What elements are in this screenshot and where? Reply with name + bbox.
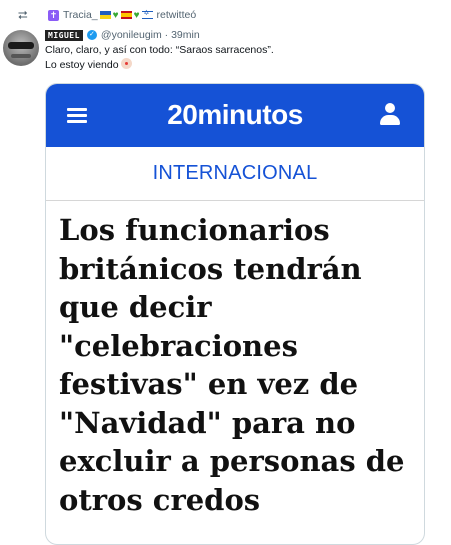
retweet-icon: ⮂ xyxy=(18,7,28,22)
divider xyxy=(46,200,424,201)
green-heart-icon: ♥ xyxy=(112,9,119,21)
tweet-text: Claro, claro, y así con todo: “Saraos sa… xyxy=(45,43,274,73)
tweet-text-line1: Claro, claro, y así con todo: “Saraos sa… xyxy=(45,44,274,56)
verified-icon: ✓ xyxy=(86,30,97,40)
israel-flag-icon xyxy=(141,9,153,19)
retweet-context: ⮂ ✝ Tracia_ ♥ ♥ retwitteó xyxy=(18,6,196,24)
retweeter-name-text[interactable]: Tracia_ xyxy=(63,9,98,21)
article-headline: Los funcionarios británicos tendrán que … xyxy=(59,213,405,517)
handle-timestamp[interactable]: @yonileugim · 39min xyxy=(101,29,200,41)
attached-image-card[interactable]: 20minutos INTERNACIONAL Los funcionarios… xyxy=(45,83,425,545)
tweet-header: MIGUEL ✓ @yonileugim · 39min xyxy=(45,27,200,43)
section-label: INTERNACIONAL xyxy=(152,162,318,184)
retweet-label: retwitteó xyxy=(156,9,197,21)
user-icon xyxy=(378,103,402,127)
cross-icon: ✝ xyxy=(48,9,59,21)
spain-flag-icon xyxy=(120,11,132,19)
avatar[interactable] xyxy=(3,30,39,66)
retweeter-name[interactable]: ✝ Tracia_ ♥ ♥ xyxy=(48,9,153,21)
tweet-text-line2: Lo estoy viendo xyxy=(45,59,119,71)
ukraine-flag-icon xyxy=(99,11,111,19)
clown-emoji-icon xyxy=(121,58,133,69)
site-logo: 20minutos xyxy=(167,99,303,130)
green-heart-icon: ♥ xyxy=(133,9,140,21)
site-header: 20minutos xyxy=(46,84,424,147)
display-name[interactable]: MIGUEL xyxy=(45,29,83,41)
